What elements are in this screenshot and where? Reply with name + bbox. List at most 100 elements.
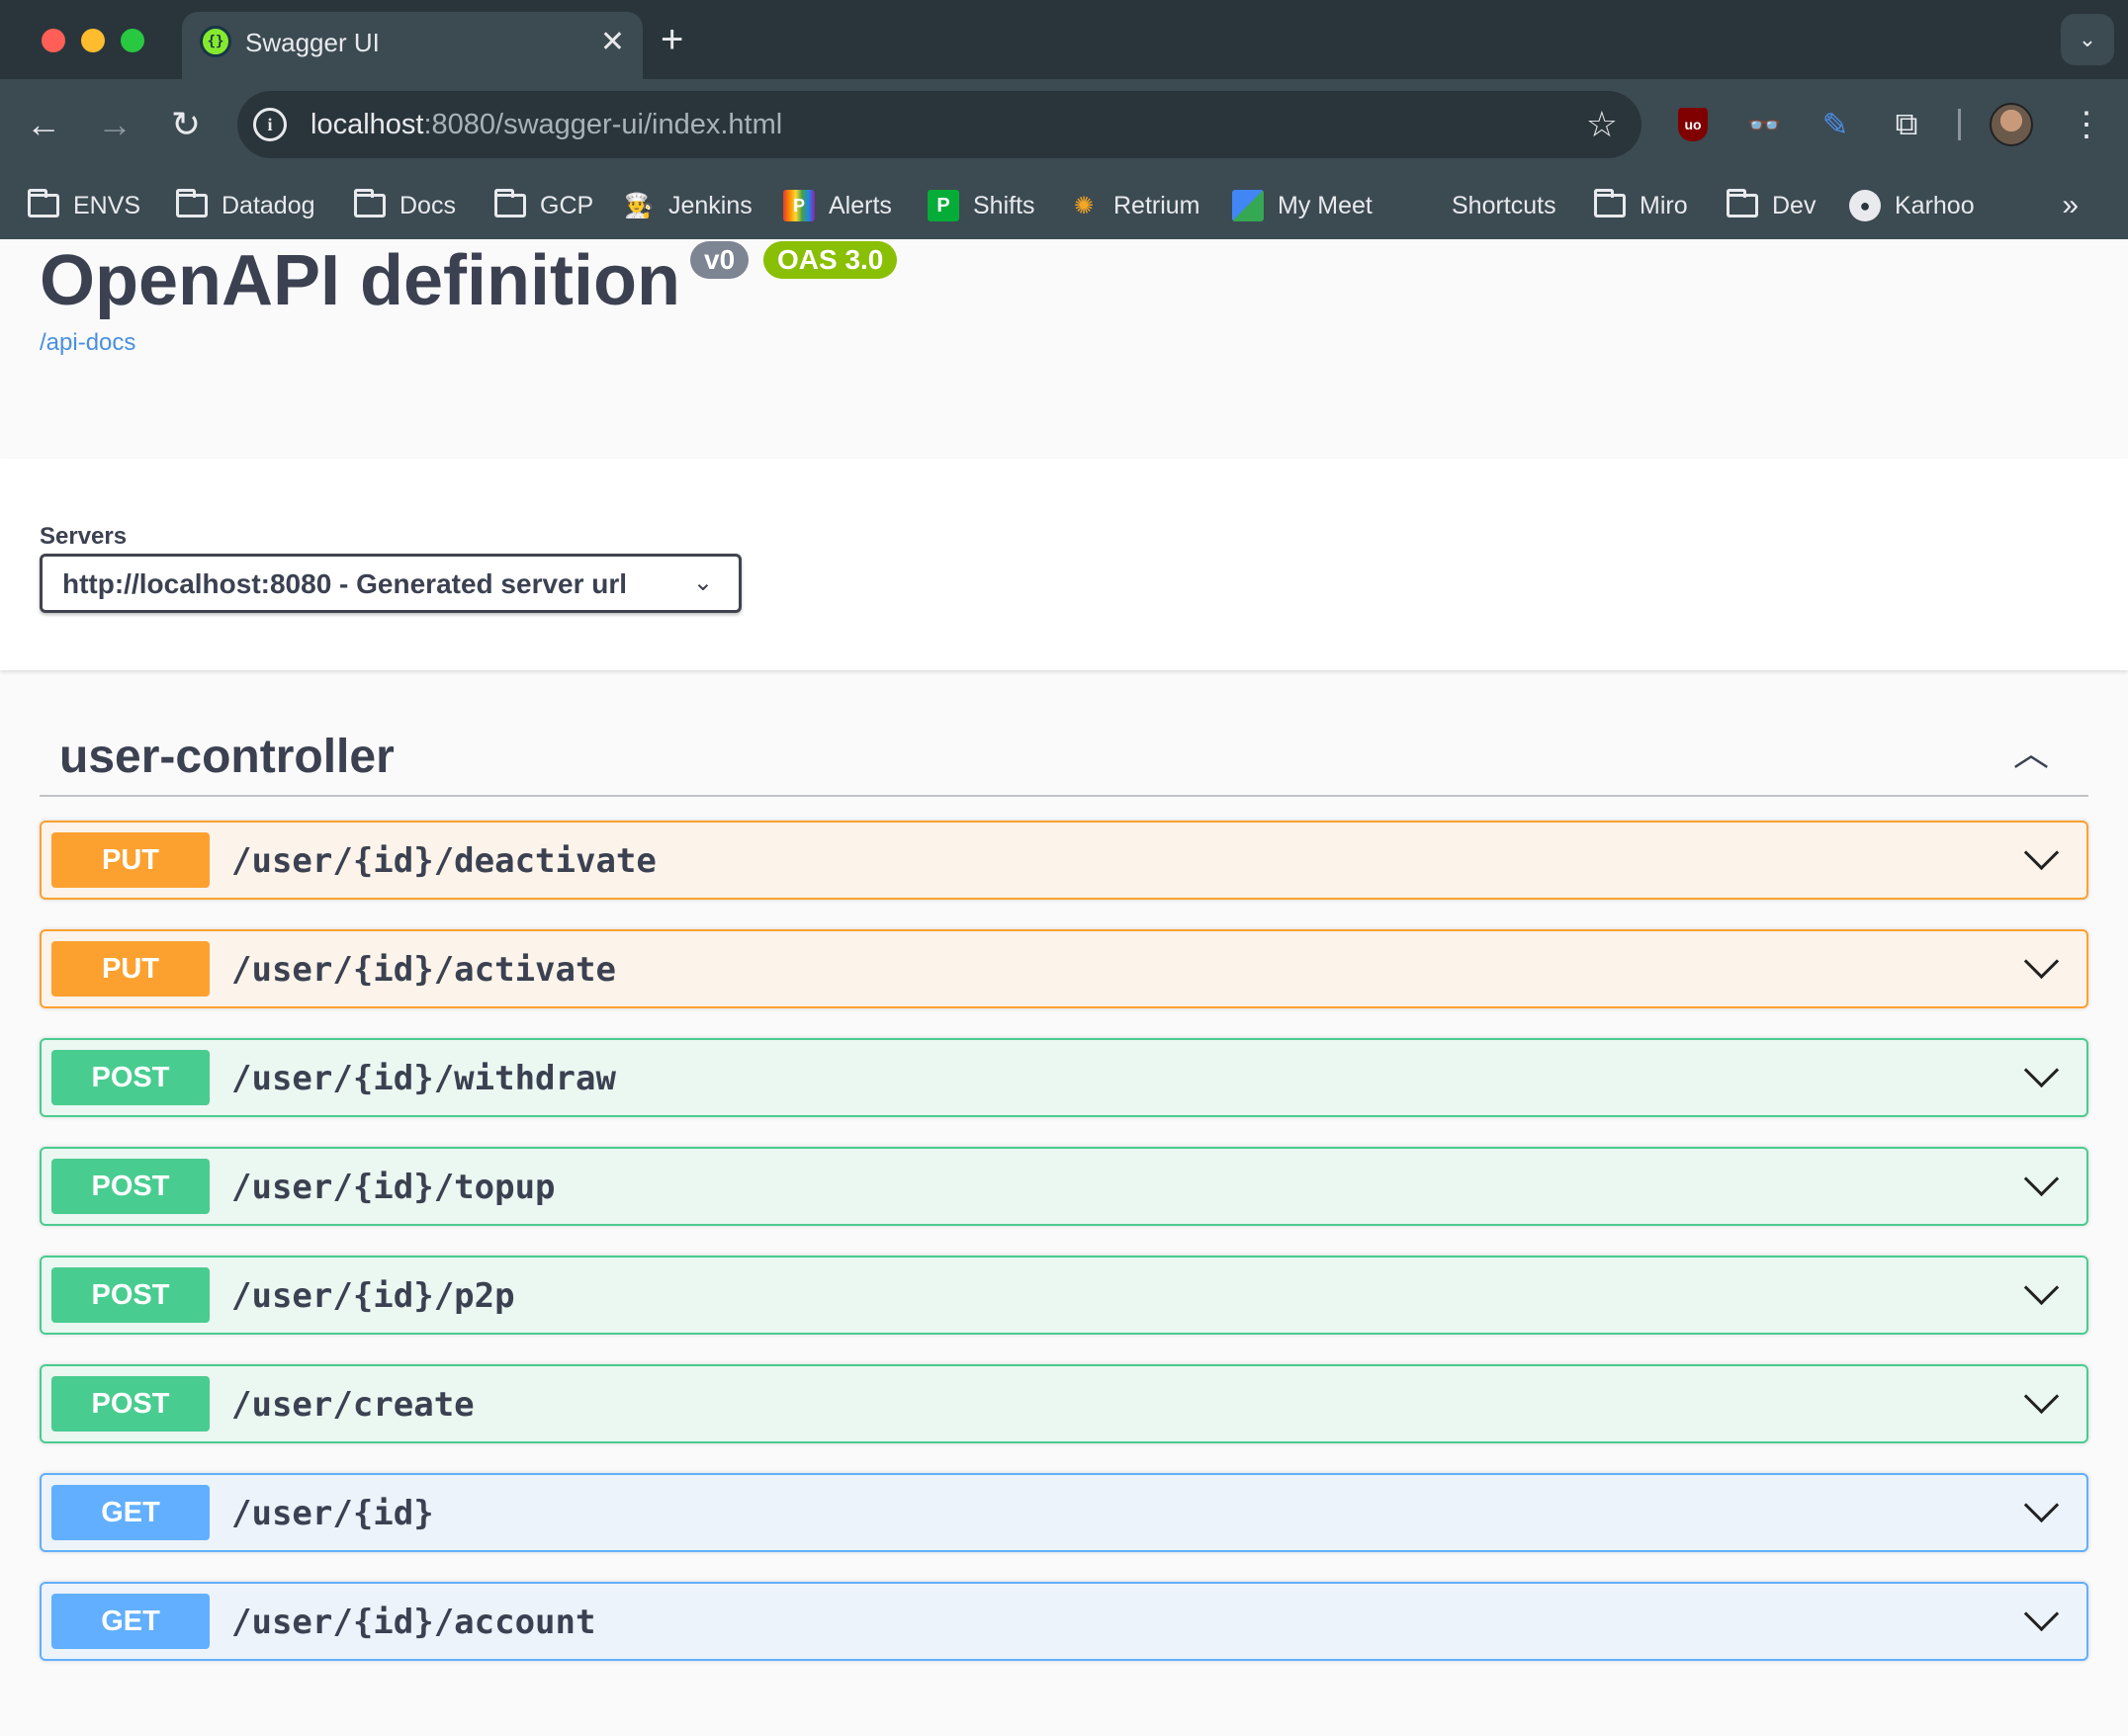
profile-avatar[interactable] <box>1990 103 2033 146</box>
page-title: OpenAPI definition <box>40 241 680 320</box>
method-badge: PUT <box>51 832 210 888</box>
bookmark-gcp[interactable]: GCP <box>494 184 593 227</box>
operation-path: /user/{id}/topup <box>231 1168 556 1207</box>
address-bar[interactable]: i localhost:8080/swagger-ui/index.html ☆ <box>237 91 1641 158</box>
operation-path: /user/{id} <box>231 1494 434 1533</box>
selected-server: http://localhost:8080 - Generated server… <box>62 568 628 599</box>
alerts-icon: P <box>783 190 815 221</box>
version-badge: v0 <box>690 241 750 279</box>
method-badge: PUT <box>51 941 210 997</box>
method-badge: POST <box>51 1050 210 1105</box>
tab-close-icon[interactable]: ✕ <box>600 26 625 59</box>
operation-row[interactable]: PUT /user/{id}/deactivate <box>40 821 2088 900</box>
operation-row[interactable]: GET /user/{id}/account <box>40 1582 2088 1661</box>
operation-path: /user/{id}/activate <box>231 950 616 990</box>
method-badge: GET <box>51 1594 210 1649</box>
api-docs-link[interactable]: /api-docs <box>40 328 135 358</box>
ublock-extension-icon[interactable]: uo <box>1671 103 1715 146</box>
bookmark-label: Docs <box>399 191 456 219</box>
extensions-puzzle-icon[interactable]: ⧉ <box>1885 103 1928 146</box>
new-tab-button[interactable]: + <box>661 18 683 61</box>
bookmark-datadog[interactable]: Datadog <box>176 184 315 227</box>
expand-chevron-down-icon[interactable] <box>2019 1598 2063 1641</box>
tab-search-button[interactable]: ⌄ <box>2061 14 2114 65</box>
expand-chevron-down-icon[interactable] <box>2019 836 2063 880</box>
apple-icon <box>1406 190 1438 221</box>
site-info-icon[interactable]: i <box>253 108 287 141</box>
swagger-favicon-icon: {} <box>200 26 231 57</box>
bookmark-my-meet[interactable]: My Meet <box>1232 184 1373 227</box>
expand-chevron-down-icon[interactable] <box>2019 1163 2063 1206</box>
bookmark-label: Miro <box>1640 191 1688 219</box>
url-host: localhost <box>310 109 424 140</box>
browser-tab[interactable]: {} Swagger UI ✕ <box>182 12 643 79</box>
oas-badge: OAS 3.0 <box>763 241 898 279</box>
folder-icon <box>1594 189 1626 217</box>
method-badge: POST <box>51 1376 210 1432</box>
bookmark-retrium[interactable]: ✺ Retrium <box>1068 184 1200 227</box>
expand-chevron-down-icon[interactable] <box>2019 1271 2063 1315</box>
operation-row[interactable]: GET /user/{id} <box>40 1473 2088 1552</box>
bookmark-label: Shifts <box>973 191 1035 219</box>
browser-menu-icon[interactable]: ⋮ <box>2065 103 2108 146</box>
operation-row[interactable]: PUT /user/{id}/activate <box>40 929 2088 1008</box>
more-bookmarks-icon[interactable]: » <box>2062 184 2079 227</box>
shifts-icon: P <box>928 190 959 221</box>
expand-chevron-down-icon[interactable] <box>2019 1380 2063 1424</box>
bookmark-label: ENVS <box>73 191 141 219</box>
back-button[interactable]: ← <box>22 103 65 146</box>
operation-row[interactable]: POST /user/{id}/p2p <box>40 1256 2088 1335</box>
bookmark-shortcuts[interactable]: Shortcuts <box>1406 184 1556 227</box>
expand-chevron-down-icon[interactable] <box>2019 945 2063 989</box>
tab-title: Swagger UI <box>245 28 380 57</box>
operation-row[interactable]: POST /user/{id}/withdraw <box>40 1038 2088 1117</box>
swagger-page: OpenAPI definition v0 OAS 3.0 /api-docs … <box>0 239 2128 1736</box>
pen-extension-icon[interactable]: ✎ <box>1814 103 1857 146</box>
jenkins-icon: 👨‍🍳 <box>624 192 654 219</box>
bookmark-star-icon[interactable]: ☆ <box>1586 103 1618 146</box>
bookmark-label: Retrium <box>1113 191 1200 219</box>
bookmark-label: Jenkins <box>668 191 753 219</box>
operation-path: /user/{id}/withdraw <box>231 1059 616 1098</box>
bookmark-miro[interactable]: Miro <box>1594 184 1688 227</box>
folder-icon <box>494 189 526 217</box>
browser-chrome: {} Swagger UI ✕ + ⌄ ← → ↻ i localhost:80… <box>0 0 2128 239</box>
bookmark-alerts[interactable]: P Alerts <box>783 184 892 227</box>
maximize-window-button[interactable] <box>121 29 144 52</box>
bookmark-shifts[interactable]: P Shifts <box>928 184 1035 227</box>
api-info: OpenAPI definition v0 OAS 3.0 /api-docs <box>0 239 2128 457</box>
bookmark-docs[interactable]: Docs <box>354 184 456 227</box>
close-window-button[interactable] <box>42 29 65 52</box>
bookmark-envs[interactable]: ENVS <box>28 184 140 227</box>
bookmark-jenkins[interactable]: 👨‍🍳 Jenkins <box>623 184 753 227</box>
bookmark-label: Dev <box>1772 191 1817 219</box>
operation-path: /user/{id}/deactivate <box>231 841 657 881</box>
folder-icon <box>176 189 208 217</box>
bookmark-label: My Meet <box>1278 191 1373 219</box>
chevron-down-icon: ⌄ <box>2078 27 2097 51</box>
folder-icon <box>28 189 59 217</box>
forward-button[interactable]: → <box>93 103 136 146</box>
tag-header[interactable]: user-controller ︿ <box>40 712 2088 797</box>
servers-label: Servers <box>40 523 128 550</box>
bookmark-dev[interactable]: Dev <box>1727 184 1816 227</box>
bookmark-label: Datadog <box>222 191 315 219</box>
bookmark-label: Alerts <box>829 191 892 219</box>
operation-row[interactable]: POST /user/create <box>40 1364 2088 1443</box>
reload-button[interactable]: ↻ <box>164 103 208 146</box>
bookmark-karhoo[interactable]: ● Karhoo <box>1849 184 1975 227</box>
meet-icon <box>1232 190 1264 221</box>
eyes-extension-icon[interactable]: 👓 <box>1742 103 1786 146</box>
servers-select[interactable]: http://localhost:8080 - Generated server… <box>40 554 742 613</box>
expand-chevron-down-icon[interactable] <box>2019 1054 2063 1097</box>
collapse-chevron-up-icon[interactable]: ︿ <box>2013 730 2049 777</box>
operation-path: /user/{id}/account <box>231 1603 596 1642</box>
url-path: :8080/swagger-ui/index.html <box>423 109 783 140</box>
expand-chevron-down-icon[interactable] <box>2019 1489 2063 1532</box>
method-badge: GET <box>51 1485 210 1540</box>
operation-row[interactable]: POST /user/{id}/topup <box>40 1147 2088 1226</box>
minimize-window-button[interactable] <box>81 29 105 52</box>
url-text[interactable]: localhost:8080/swagger-ui/index.html <box>310 107 782 142</box>
folder-icon <box>1727 189 1758 217</box>
chevron-down-icon: ⌄ <box>692 569 713 596</box>
